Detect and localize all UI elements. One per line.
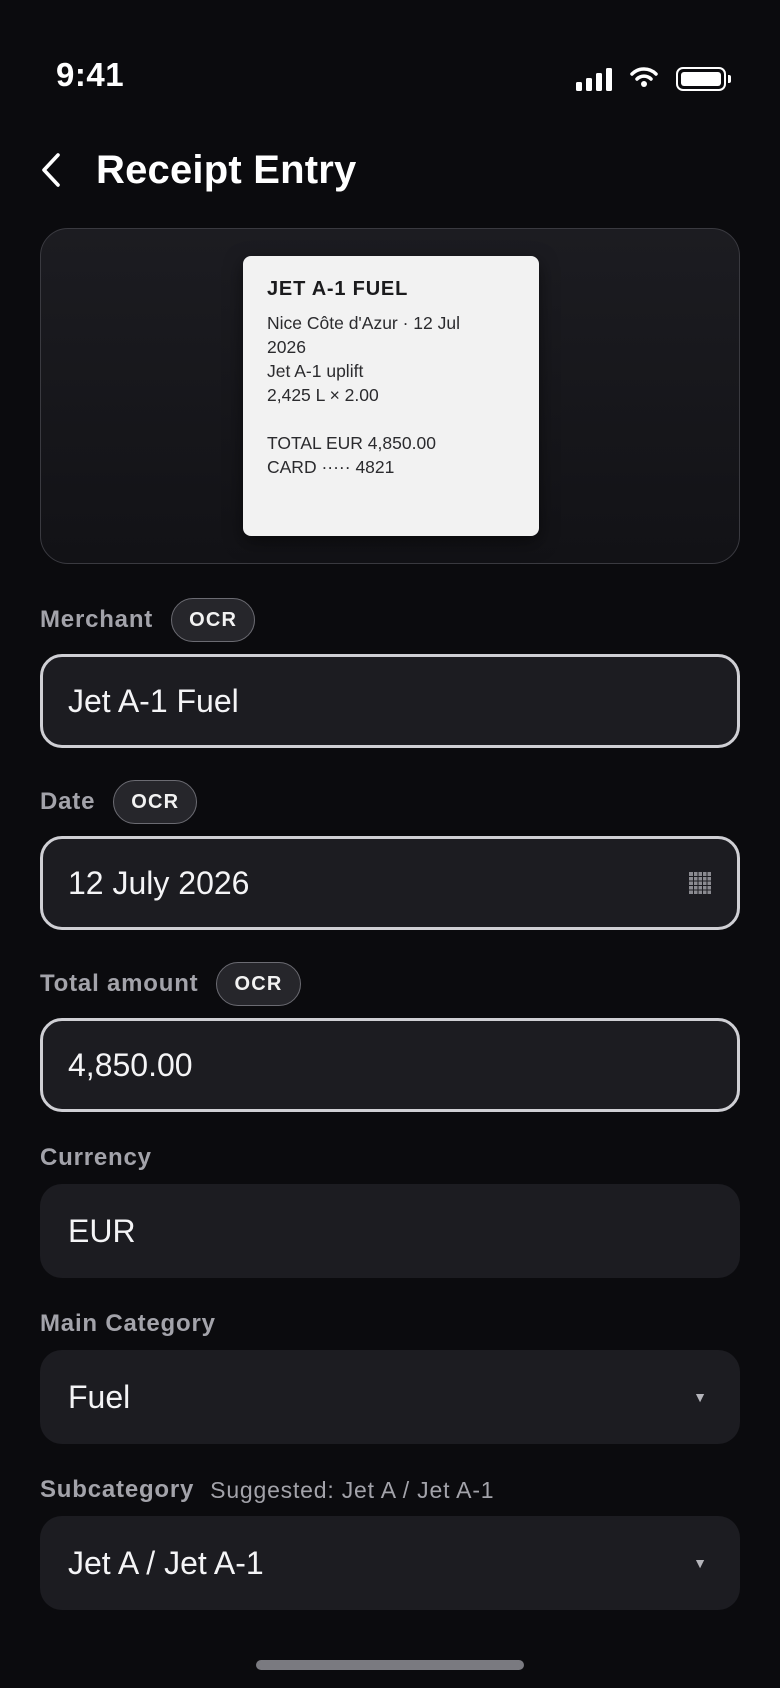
nav-header: Receipt Entry [40, 140, 740, 200]
subcategory-suggestion[interactable]: Suggested: Jet A / Jet A-1 [210, 1477, 494, 1504]
chevron-down-icon: ▼ [693, 1555, 707, 1571]
receipt-line: 2026 [267, 337, 306, 357]
receipt-line: CARD ····· 4821 [267, 457, 395, 477]
receipt-line: Jet A-1 uplift [267, 361, 364, 381]
ocr-badge: OCR [113, 780, 198, 824]
cellular-signal-icon [576, 67, 612, 91]
wifi-icon [630, 66, 658, 93]
merchant-label: Merchant [40, 606, 154, 633]
merchant-label-row: Merchant OCR [40, 597, 256, 643]
main-category-select[interactable]: Fuel ▼ [40, 1350, 740, 1444]
currency-value: EUR [68, 1212, 136, 1249]
receipt-title: JET A-1 FUEL [267, 278, 409, 300]
merchant-input[interactable]: Jet A-1 Fuel [40, 654, 740, 748]
date-label-row: Date OCR [40, 779, 198, 825]
receipt-line: Nice Côte d'Azur · 12 Jul [267, 313, 461, 333]
total-amount-input[interactable]: 4,850.00 [40, 1018, 740, 1112]
total-label-row: Total amount OCR [40, 961, 301, 1007]
home-indicator [256, 1660, 524, 1670]
status-icons [576, 64, 731, 94]
subcategory-label: Subcategory [40, 1476, 195, 1503]
ocr-badge: OCR [171, 598, 256, 642]
receipt-line: TOTAL EUR 4,850.00 [267, 433, 436, 453]
status-bar: 9:41 [0, 0, 780, 110]
date-value: 12 July 2026 [68, 864, 250, 901]
subcategory-value: Jet A / Jet A-1 [68, 1544, 264, 1581]
chevron-down-icon: ▼ [693, 1389, 707, 1405]
subcategory-select[interactable]: Jet A / Jet A-1 ▼ [40, 1516, 740, 1610]
battery-icon [676, 67, 731, 91]
chevron-left-icon [42, 153, 60, 187]
ocr-badge: OCR [216, 962, 301, 1006]
receipt-image-preview[interactable]: JET A-1 FUEL Nice Côte d'Azur · 12 Jul 2… [40, 228, 740, 564]
currency-input[interactable]: EUR [40, 1184, 740, 1278]
subcategory-label-row: Subcategory Suggested: Jet A / Jet A-1 [40, 1467, 494, 1513]
currency-label: Currency [40, 1144, 152, 1171]
total-amount-value: 4,850.00 [68, 1046, 193, 1083]
status-time: 9:41 [56, 56, 125, 93]
receipt-paper: JET A-1 FUEL Nice Côte d'Azur · 12 Jul 2… [243, 256, 539, 536]
calendar-icon[interactable] [688, 871, 712, 895]
back-button[interactable] [40, 140, 80, 200]
main-category-value: Fuel [68, 1378, 131, 1415]
merchant-value: Jet A-1 Fuel [68, 682, 239, 719]
main-category-label: Main Category [40, 1310, 216, 1337]
total-amount-label: Total amount [40, 970, 199, 997]
receipt-line: 2,425 L × 2.00 [267, 385, 379, 405]
page-title: Receipt Entry [96, 147, 357, 192]
currency-label-row: Currency [40, 1135, 152, 1181]
date-label: Date [40, 788, 96, 815]
date-input[interactable]: 12 July 2026 [40, 836, 740, 930]
main-category-label-row: Main Category [40, 1301, 216, 1347]
